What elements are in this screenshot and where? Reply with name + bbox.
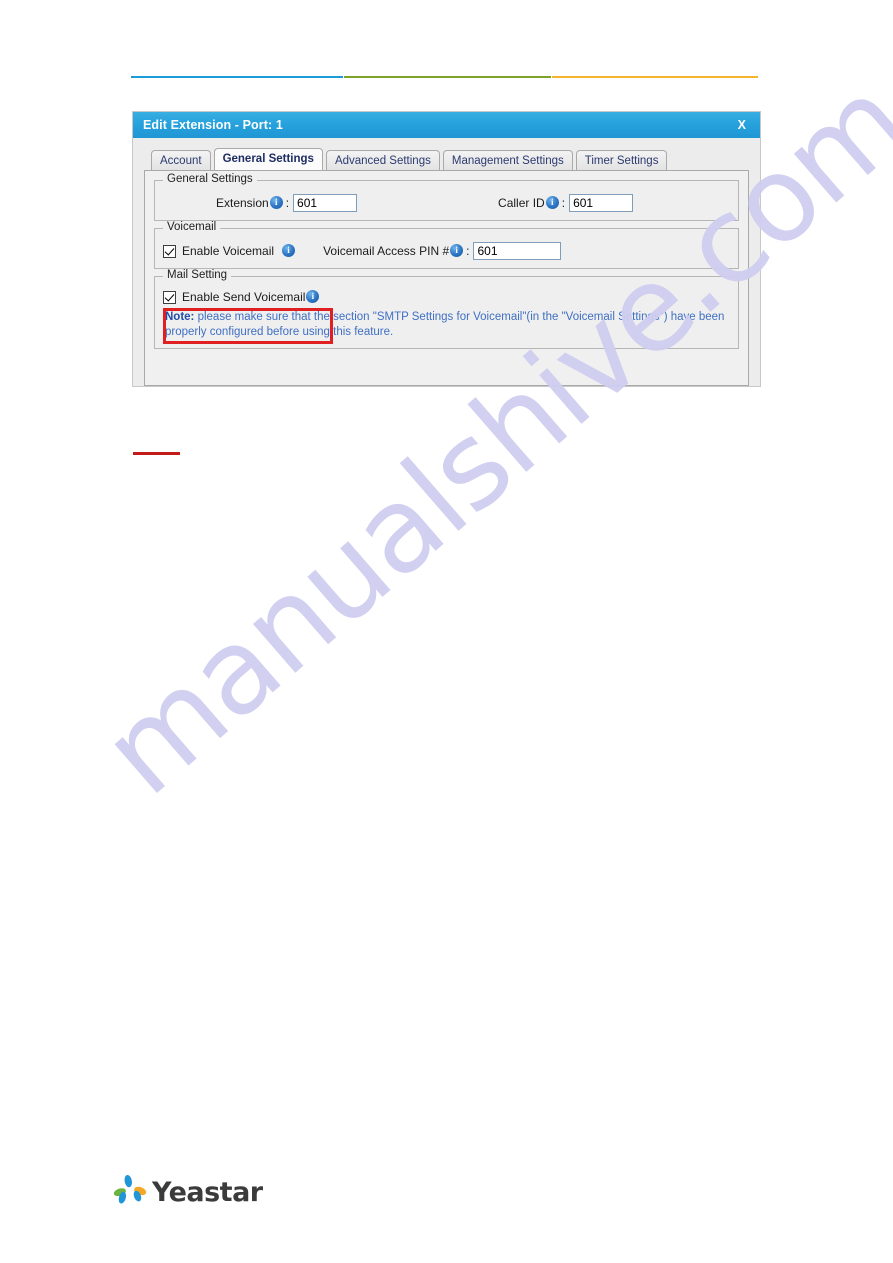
yeastar-wordmark: Yeastar (152, 1176, 263, 1208)
voicemail-pin-colon: : (466, 244, 470, 258)
tab-bar: Account General Settings Advanced Settin… (144, 148, 749, 171)
voicemail-group: Voicemail Enable Voicemail i Voicemail A… (154, 221, 739, 269)
info-icon[interactable]: i (545, 195, 559, 209)
header-rule-blue (131, 76, 343, 78)
caller-id-input[interactable] (569, 194, 634, 212)
tab-advanced-settings[interactable]: Advanced Settings (325, 150, 440, 171)
enable-voicemail-checkbox[interactable] (163, 244, 176, 258)
yeastar-logo: Yeastar (110, 1172, 263, 1212)
smtp-note: Note: please make sure that the section … (163, 310, 730, 340)
enable-send-voicemail-label: Enable Send Voicemail (182, 290, 306, 304)
info-icon[interactable]: i (450, 243, 464, 257)
close-icon[interactable]: X (736, 118, 748, 132)
mail-setting-group: Mail Setting Enable Send Voicemail i Not… (154, 269, 739, 349)
header-rule-orange (552, 76, 758, 78)
tab-timer-settings[interactable]: Timer Settings (575, 150, 668, 171)
tab-general-settings[interactable]: General Settings (213, 148, 323, 170)
caller-id-label: Caller ID (498, 196, 545, 210)
extension-input[interactable] (293, 194, 358, 212)
voicemail-legend: Voicemail (163, 221, 221, 233)
edit-extension-dialog: Edit Extension - Port: 1 X Account Gener… (133, 112, 760, 386)
note-label: Note: (165, 311, 195, 323)
note-text: please make sure that the section "SMTP … (165, 311, 725, 338)
yeastar-logo-mark-icon (113, 1175, 147, 1204)
general-settings-group: General Settings Extension i : Caller ID… (154, 173, 739, 221)
voicemail-pin-label: Voicemail Access PIN # (323, 244, 450, 258)
info-icon[interactable]: i (306, 289, 320, 303)
extension-colon: : (285, 196, 290, 210)
dialog-titlebar: Edit Extension - Port: 1 X (133, 112, 760, 138)
dialog-body: Account General Settings Advanced Settin… (133, 138, 760, 386)
caller-id-colon: : (561, 196, 566, 210)
general-settings-legend: General Settings (163, 173, 257, 185)
caller-id-field-row: Caller ID i : (498, 194, 634, 212)
tab-management-settings[interactable]: Management Settings (442, 150, 573, 171)
enable-voicemail-label: Enable Voicemail (182, 244, 275, 258)
header-rule-group (0, 72, 893, 82)
extension-field-row: Extension i : (216, 194, 358, 212)
voicemail-pin-input[interactable] (473, 242, 562, 260)
extension-label: Extension (216, 196, 269, 210)
dialog-title: Edit Extension - Port: 1 (143, 118, 283, 132)
info-icon[interactable]: i (269, 195, 283, 209)
red-annotation-mark (133, 452, 180, 455)
enable-send-voicemail-checkbox[interactable] (163, 290, 176, 304)
info-icon[interactable]: i (282, 243, 296, 257)
header-rule-green (344, 76, 551, 78)
voicemail-pin-field-row: Voicemail Access PIN # i : (323, 242, 562, 260)
mail-setting-legend: Mail Setting (163, 269, 232, 281)
general-settings-panel: General Settings Extension i : Caller ID… (144, 170, 749, 386)
tab-account[interactable]: Account (151, 150, 211, 171)
